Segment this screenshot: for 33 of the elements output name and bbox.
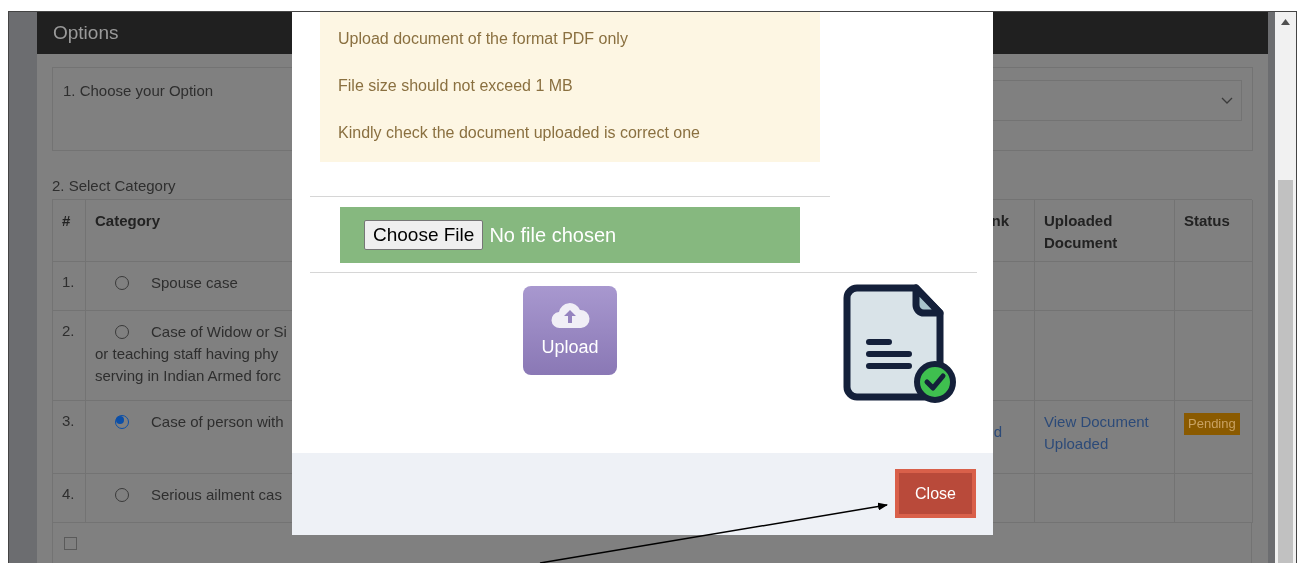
category-text: or teaching staff having phy (95, 344, 279, 364)
category-text: Case of person with (151, 412, 284, 432)
chevron-down-icon (1221, 96, 1233, 105)
upload-button[interactable]: Upload (523, 286, 617, 375)
column-header: Uploaded Document (1035, 200, 1175, 262)
category-text: Case of Widow or Si (151, 322, 287, 342)
instruction-text: Upload document of the format PDF only (338, 29, 629, 49)
category-text: serving in Indian Armed forc (95, 366, 281, 386)
scroll-up-icon[interactable] (1281, 19, 1290, 25)
cloud-upload-icon (550, 300, 590, 330)
close-button[interactable]: Close (895, 469, 976, 518)
column-header: Status (1175, 200, 1253, 262)
row-number: 4. (62, 485, 75, 502)
instruction-text: Kindly check the document uploaded is correct one (338, 123, 701, 143)
document-check-icon (843, 284, 957, 405)
row-number: 1. (62, 273, 75, 290)
file-status: No file chosen (489, 223, 617, 248)
row-number: 2. (62, 322, 75, 339)
category-text: Spouse case (151, 273, 238, 293)
exemption-checkbox[interactable] (64, 537, 77, 550)
instruction-text: File size should not exceed 1 MB (338, 76, 574, 96)
radio-button[interactable] (115, 415, 129, 429)
scrollbar[interactable] (1275, 12, 1296, 563)
file-input[interactable]: Choose File No file chosen (340, 207, 800, 263)
category-text: Serious ailment cas (151, 485, 282, 505)
row-number: 3. (62, 412, 75, 429)
column-header: # (53, 200, 86, 262)
panel-title: Options (53, 20, 119, 45)
category-label: 2. Select Category (52, 177, 177, 195)
scrollbar-thumb[interactable] (1278, 180, 1293, 563)
option-label: 1. Choose your Option (63, 81, 214, 101)
choose-file-button[interactable]: Choose File (364, 220, 484, 250)
status-badge: Pending (1184, 413, 1240, 435)
